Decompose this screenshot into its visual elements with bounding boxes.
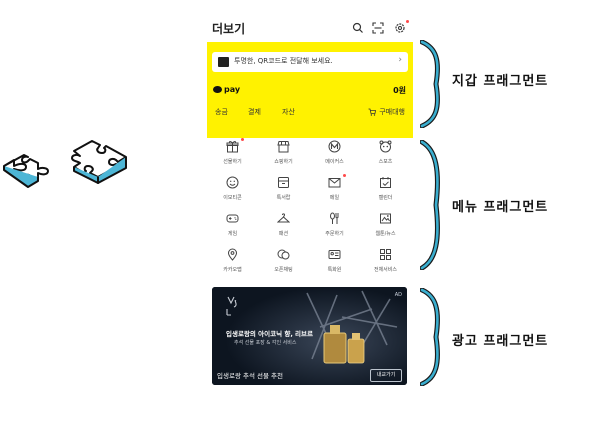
- hanger-icon: [277, 213, 290, 223]
- menu-item-emoticon[interactable]: 이모티콘: [207, 174, 258, 208]
- menu-fragment-label: 메뉴 프래그먼트: [452, 200, 549, 215]
- puzzle-piece-right: [71, 140, 127, 184]
- ad-cta-button[interactable]: 내교가기: [370, 369, 402, 382]
- menu-item-calendar[interactable]: 캘린더: [360, 174, 411, 208]
- menu-item-drawer[interactable]: 톡서랍: [258, 174, 309, 208]
- drawer-icon: [278, 177, 289, 188]
- chevron-right-icon: ›: [398, 55, 402, 65]
- puzzle-piece-left: [3, 154, 49, 188]
- menu-label: 메일: [329, 195, 340, 201]
- menu-fragment: 선물하기 쇼핑하기 메이커스 스포츠 이모티콘 톡서랍 메일 캘린더 게임 패션…: [207, 138, 413, 282]
- menu-label: 선물하기: [223, 159, 242, 165]
- menu-label: 카카오맵: [223, 267, 242, 273]
- menu-item-game[interactable]: 게임: [207, 210, 258, 244]
- menu-label: 게임: [227, 231, 238, 237]
- menu-label: 톡화원: [327, 267, 342, 273]
- menu-label: 오픈채팅: [274, 267, 293, 273]
- wallet-fragment-label: 지갑 프래그먼트: [452, 74, 549, 89]
- menu-item-webtoon[interactable]: 웹툰/뉴스: [360, 210, 411, 244]
- qr-notice-text: 투명한, QR코드로 전달해 보세요.: [234, 57, 333, 65]
- all-services-icon: [380, 249, 391, 260]
- wallet-link-assets[interactable]: 자산: [282, 107, 295, 117]
- mail-icon: [328, 178, 341, 188]
- makers-icon: [328, 140, 341, 153]
- purchase-agent-label: 구매대행: [379, 108, 405, 116]
- menu-item-fashion[interactable]: 패션: [258, 210, 309, 244]
- menu-item-kakaomap[interactable]: 카카오맵: [207, 246, 258, 280]
- menu-item-shopping[interactable]: 쇼핑하기: [258, 138, 309, 172]
- game-icon: [226, 214, 239, 223]
- emoticon-icon: [226, 176, 239, 189]
- ad-caption: 입생로랑 추석 선물 추천: [217, 372, 283, 380]
- menu-label: 스포츠: [378, 159, 393, 165]
- menu-bracket: [420, 140, 440, 270]
- top-bar: 더보기: [207, 12, 413, 42]
- wallet-fragment: 투명한, QR코드로 전달해 보세요. › pay 0원 송금 결제 자산 구매…: [207, 42, 413, 138]
- ad-fragment[interactable]: AD 입생로랑의 아이코닉 향, 리브르 추석 선물 포장 & 각인 서비스 입…: [212, 287, 407, 385]
- store-icon: [277, 141, 290, 153]
- settings-notice-dot: [406, 20, 409, 23]
- wallet-link-pay[interactable]: 결제: [248, 107, 261, 117]
- order-icon: [330, 212, 339, 224]
- ad-fragment-label: 광고 프래그먼트: [452, 334, 549, 349]
- page-title: 더보기: [212, 22, 246, 36]
- pay-bubble-icon: [213, 86, 222, 93]
- menu-item-mail[interactable]: 메일: [309, 174, 360, 208]
- menu-item-sports[interactable]: 스포츠: [360, 138, 411, 172]
- cart-icon: [368, 108, 377, 116]
- pay-balance[interactable]: 0원: [393, 85, 406, 96]
- sports-icon: [379, 140, 392, 153]
- settings-icon[interactable]: [394, 22, 406, 34]
- new-badge-dot: [343, 174, 346, 177]
- menu-item-gift[interactable]: 선물하기: [207, 138, 258, 172]
- map-pin-icon: [227, 248, 238, 261]
- menu-item-makers[interactable]: 메이커스: [309, 138, 360, 172]
- menu-item-talk-member[interactable]: 톡화원: [309, 246, 360, 280]
- more-tab-screen: 더보기 투명한, QR코드로 전달해 보세요. › pay 0원 송금 결제 자…: [207, 12, 413, 390]
- menu-label: 톡서랍: [276, 195, 291, 201]
- qr-notice-banner[interactable]: 투명한, QR코드로 전달해 보세요. ›: [212, 52, 408, 72]
- menu-item-all-services[interactable]: 전체서비스: [360, 246, 411, 280]
- menu-label: 주문하기: [325, 231, 344, 237]
- menu-label: 웹툰/뉴스: [375, 231, 396, 237]
- wallet-bracket: [420, 40, 440, 128]
- calendar-icon: [380, 177, 391, 188]
- open-chat-icon: [277, 249, 290, 260]
- new-badge-dot: [241, 138, 244, 141]
- menu-item-order[interactable]: 주문하기: [309, 210, 360, 244]
- qr-scan-icon[interactable]: [372, 22, 384, 34]
- qr-card-icon: [218, 57, 229, 67]
- id-card-icon: [328, 250, 341, 259]
- menu-label: 패션: [278, 231, 289, 237]
- gift-icon: [226, 140, 239, 153]
- ad-headline: 입생로랑의 아이코닉 향, 리브르: [226, 330, 313, 338]
- menu-label: 메이커스: [325, 159, 344, 165]
- puzzle-pieces-illustration: [3, 140, 127, 188]
- pay-brand-text: pay: [224, 85, 241, 94]
- menu-item-openchat[interactable]: 오픈채팅: [258, 246, 309, 280]
- ad-subline: 추석 선물 포장 & 각인 서비스: [234, 340, 297, 346]
- menu-label: 전체서비스: [373, 267, 397, 273]
- menu-label: 이모티콘: [223, 195, 242, 201]
- webtoon-icon: [380, 213, 391, 224]
- search-icon[interactable]: [352, 22, 364, 34]
- menu-label: 쇼핑하기: [274, 159, 293, 165]
- purchase-agent-link[interactable]: 구매대행: [368, 107, 405, 117]
- menu-label: 캘린더: [378, 195, 393, 201]
- wallet-link-send[interactable]: 송금: [215, 107, 228, 117]
- pay-logo: pay: [213, 85, 240, 94]
- ad-bracket: [420, 288, 440, 386]
- ad-badge: AD: [394, 292, 402, 298]
